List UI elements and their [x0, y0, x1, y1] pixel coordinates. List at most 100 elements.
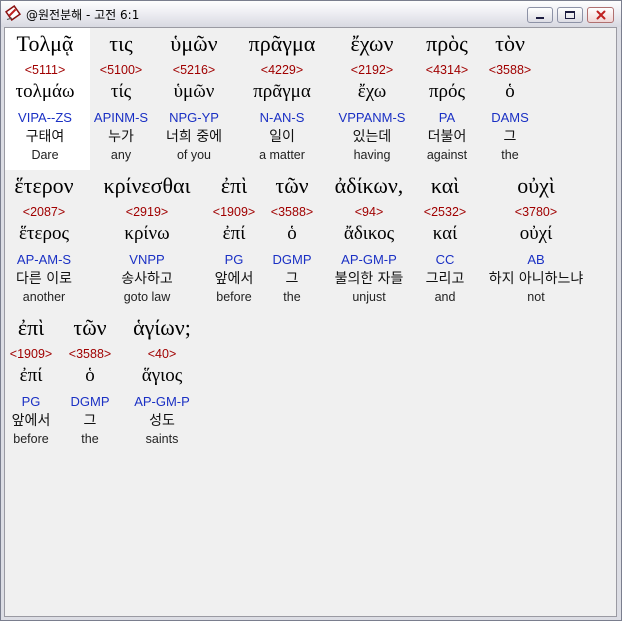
strongs-number: <3588> [68, 347, 112, 361]
word-column[interactable]: πρᾶγμα <4229> πρᾶγμα N-AN-S 일이 a matter [249, 28, 316, 164]
greek-word: καὶ [430, 173, 460, 198]
word-column[interactable]: Τολμᾷ <5111> τολμάω VIPA--ZS 구태여 Dare [16, 28, 75, 164]
word-column[interactable]: ἁγίων; <40> ἅγιος AP-GM-P 성도 saints [133, 312, 191, 448]
word-column[interactable]: τῶν <3588> ὁ DGMP 그 the [69, 312, 111, 448]
lemma: πρός [428, 81, 466, 102]
morphology-code: PG [21, 394, 41, 409]
strongs-number: <5111> [24, 63, 66, 77]
english-gloss: of you [176, 148, 212, 162]
strongs-number: <4314> [425, 63, 469, 77]
interlinear-line: ἕτερον <2087> ἕτερος AP-AM-S 다른 이로 anoth… [5, 170, 616, 312]
korean-gloss: 구태여 [25, 129, 65, 145]
word-column[interactable]: ὑμῶν <5216> ὑμῶν NPG-YP 너희 중에 of you [166, 28, 222, 164]
word-column[interactable]: ἔχων <2192> ἔχω VPPANM-S 있는데 having [339, 28, 406, 164]
english-gloss: the [81, 432, 99, 446]
word-column[interactable]: τῶν <3588> ὁ DGMP 그 the [271, 170, 313, 306]
greek-word: Τολμᾷ [16, 31, 74, 56]
korean-gloss: 다른 이로 [16, 271, 72, 287]
lemma: ἐπί [19, 365, 43, 386]
english-gloss: the [283, 290, 301, 304]
english-gloss: and [434, 290, 456, 304]
word-column[interactable]: πρὸς <4314> πρός PA 더불어 against [426, 28, 468, 164]
window-title: @원전분해 - 고전 6:1 [26, 8, 140, 22]
korean-gloss: 성도 [149, 413, 175, 429]
strongs-number: <40> [147, 347, 177, 361]
morphology-code: VPPANM-S [338, 110, 406, 125]
korean-gloss: 그리고 [425, 271, 465, 287]
close-icon [596, 10, 605, 20]
morphology-code: CC [435, 252, 455, 267]
greek-word: ἕτερον [14, 173, 74, 198]
morphology-code: NPG-YP [169, 110, 219, 125]
word-column[interactable]: κρίνεσθαι <2919> κρίνω VNPP 송사하고 goto la… [103, 170, 190, 306]
morphology-code: VIPA--ZS [18, 110, 72, 125]
greek-word: ἐπὶ [220, 173, 248, 198]
korean-gloss: 불의한 자들 [334, 271, 404, 287]
strongs-number: <5216> [172, 63, 216, 77]
korean-gloss: 그 [83, 413, 97, 429]
english-gloss: Dare [31, 148, 59, 162]
strongs-number: <3780> [514, 205, 558, 219]
strongs-number: <5100> [99, 63, 143, 77]
strongs-number: <3588> [270, 205, 314, 219]
english-gloss: goto law [123, 290, 171, 304]
greek-word: τις [109, 31, 133, 56]
word-column[interactable]: οὐχὶ <3780> οὐχί AB 하지 아니하느냐 not [489, 170, 584, 306]
word-column[interactable]: τις <5100> τίς APINM-S 누가 any [94, 28, 148, 164]
lemma: καί [432, 223, 458, 244]
word-column[interactable]: τὸν <3588> ὁ DAMS 그 the [489, 28, 531, 164]
app-icon[interactable] [4, 4, 22, 22]
english-gloss: unjust [352, 290, 386, 304]
morphology-code: PA [438, 110, 456, 125]
english-gloss: the [501, 148, 519, 162]
strongs-number: <1909> [212, 205, 256, 219]
word-column[interactable]: ἕτερον <2087> ἕτερος AP-AM-S 다른 이로 anoth… [14, 170, 73, 306]
morphology-code: DGMP [70, 394, 110, 409]
word-column[interactable]: ἐπὶ <1909> ἐπί PG 앞에서 before [10, 312, 52, 448]
title-bar[interactable]: @원전분해 - 고전 6:1 [1, 1, 621, 27]
minimize-button[interactable] [527, 7, 553, 23]
lemma: πρᾶγμα [253, 81, 311, 102]
strongs-number: <1909> [9, 347, 53, 361]
greek-word: ἐπὶ [17, 315, 45, 340]
lemma: τίς [110, 81, 132, 102]
korean-gloss: 앞에서 [11, 413, 51, 429]
interlinear-line: Τολμᾷ <5111> τολμάω VIPA--ZS 구태여 Dare τι… [5, 28, 616, 170]
lemma: ὁ [287, 223, 297, 244]
english-gloss: before [216, 290, 252, 304]
english-gloss: against [426, 148, 468, 162]
english-gloss: not [527, 290, 545, 304]
greek-word: ἀδίκων, [334, 173, 404, 198]
morphology-code: DAMS [491, 110, 529, 125]
word-column[interactable]: καὶ <2532> καί CC 그리고 and [424, 170, 466, 306]
close-button[interactable] [587, 7, 614, 23]
greek-word: τὸν [495, 31, 525, 56]
lemma: ὑμῶν [173, 81, 215, 102]
word-column[interactable]: ἀδίκων, <94> ἄδικος AP-GM-P 불의한 자들 unjus… [335, 170, 404, 306]
lemma: ὁ [505, 81, 515, 102]
english-gloss: another [22, 290, 66, 304]
strongs-number: <4229> [260, 63, 304, 77]
english-gloss: a matter [259, 148, 305, 162]
greek-word: πρὸς [426, 31, 468, 56]
morphology-code: VNPP [129, 252, 165, 267]
interlinear-line: ἐπὶ <1909> ἐπί PG 앞에서 before τῶν <3588> … [5, 312, 616, 454]
strongs-number: <2087> [22, 205, 66, 219]
interlinear-pane: Τολμᾷ <5111> τολμάω VIPA--ZS 구태여 Dare τι… [4, 27, 617, 617]
word-column[interactable]: ἐπὶ <1909> ἐπί PG 앞에서 before [213, 170, 255, 306]
lemma: ἐπί [222, 223, 246, 244]
lemma: τολμάω [15, 81, 75, 102]
strongs-number: <2532> [423, 205, 467, 219]
maximize-button[interactable] [557, 7, 583, 23]
morphology-code: AB [527, 252, 545, 267]
lemma: οὐχί [519, 223, 553, 244]
english-gloss: any [110, 148, 132, 162]
english-gloss: saints [145, 432, 179, 446]
strongs-number: <2919> [125, 205, 169, 219]
lemma: ἄδικος [343, 223, 395, 244]
korean-gloss: 있는데 [352, 129, 392, 145]
korean-gloss: 너희 중에 [166, 129, 222, 145]
morphology-code: N-AN-S [259, 110, 305, 125]
strongs-number: <94> [354, 205, 384, 219]
korean-gloss: 앞에서 [214, 271, 254, 287]
